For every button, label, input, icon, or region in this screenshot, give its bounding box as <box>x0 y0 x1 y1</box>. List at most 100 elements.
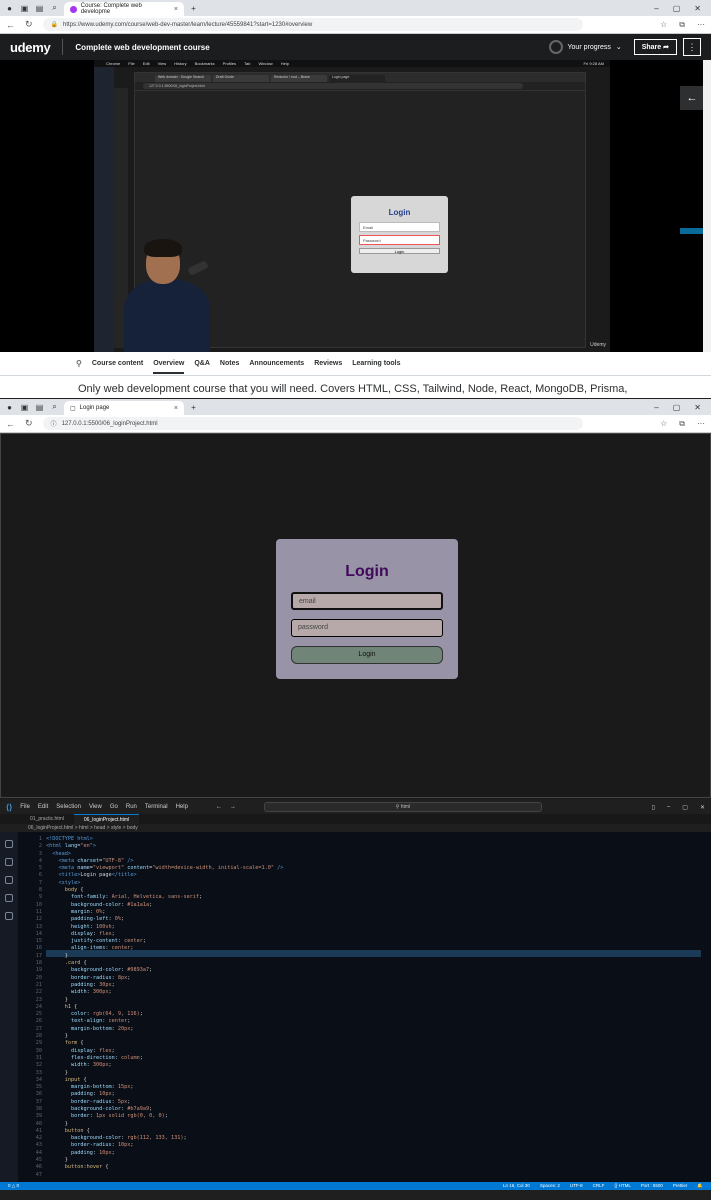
tab-actions-icon[interactable]: ▤ <box>34 402 45 413</box>
menu-go[interactable]: Go <box>110 804 118 810</box>
sidebar-toggle-arrow-icon[interactable]: ← <box>680 86 704 110</box>
more-options-button[interactable]: ⋮ <box>683 38 701 56</box>
more-icon[interactable]: ⋯ <box>697 419 705 429</box>
tab-strip: ● ▣ ▤ ⌕ ▢ Login page × + – ▢ ✕ <box>0 399 711 415</box>
password-input[interactable]: password <box>291 619 443 637</box>
search-icon[interactable] <box>5 858 13 866</box>
breadcrumb[interactable]: 06_loginProject.html > html > head > sty… <box>0 824 711 832</box>
login-button[interactable]: Login <box>291 646 443 664</box>
mac-menubar: Chrome File Edit View History Bookmarks Profil… <box>94 60 610 67</box>
close-icon[interactable]: ✕ <box>694 4 701 13</box>
tab-login-page[interactable]: ▢ Login page × <box>64 401 184 415</box>
more-icon[interactable]: ⋯ <box>697 20 705 30</box>
url-field[interactable]: 🔒 https://www.udemy.com/course/web-dev-m… <box>42 18 583 31</box>
menu-help[interactable]: Help <box>176 804 188 810</box>
maximize-icon[interactable]: ▢ <box>673 403 681 412</box>
line-numbers: 1 2 3 4 5 6 7 8 9 10 11 12 13 14 15 16 17 18 19 20 21 22 23 24 2… <box>35 836 42 1178</box>
menu-terminal[interactable]: Terminal <box>145 804 168 810</box>
live-server-port[interactable]: Port : 5500 <box>641 1183 663 1189</box>
code-text[interactable]: <!DOCTYPE html> <html lang="en"> <head> … <box>46 836 283 1172</box>
maximize-icon[interactable]: ▢ <box>682 804 688 811</box>
new-tab-icon[interactable]: + <box>188 402 199 413</box>
tab-overview[interactable]: Overview <box>153 360 185 374</box>
encoding[interactable]: UTF-8 <box>570 1183 583 1189</box>
udemy-watermark: Udemy <box>590 342 606 348</box>
tab-login-project[interactable]: 06_loginProject.html <box>73 814 140 824</box>
new-tab-icon[interactable]: + <box>188 3 199 14</box>
editor-area[interactable]: 1 2 3 4 5 6 7 8 9 10 11 12 13 14 15 16 17 18 19 20 21 22 23 24 2… <box>0 832 711 1190</box>
close-icon[interactable]: ✕ <box>700 804 705 811</box>
lock-icon: 🔒 <box>50 22 59 28</box>
udemy-logo[interactable]: udemy <box>10 40 51 55</box>
refresh-icon[interactable]: ↻ <box>25 19 33 30</box>
address-bar-row: ← ↻ 🔒 https://www.udemy.com/course/web-d… <box>0 16 711 34</box>
maximize-icon[interactable]: ▢ <box>673 4 681 13</box>
search-icon[interactable]: ⚲ <box>76 359 82 368</box>
profile-icon[interactable]: ● <box>4 3 15 14</box>
url-field[interactable]: ⓘ 127.0.0.1:5500/06_loginProject.html <box>42 417 583 430</box>
login-page-viewport: Login email password Login <box>0 433 711 798</box>
email-input[interactable]: email <box>291 592 443 610</box>
extensions-icon[interactable] <box>5 912 13 920</box>
video-player[interactable]: Chrome File Edit View History Bookmarks Profil… <box>0 60 711 352</box>
nav-forward-icon[interactable]: → <box>230 804 236 810</box>
tab-course-content[interactable]: Course content <box>92 360 143 367</box>
page-scrollbar[interactable] <box>703 60 711 352</box>
line-ending[interactable]: CRLF <box>593 1183 605 1189</box>
tab-notes[interactable]: Notes <box>220 360 239 367</box>
command-center-search[interactable]: ⚲ html <box>263 802 542 812</box>
layout-icon[interactable]: ▯ <box>652 804 655 811</box>
prettier-status[interactable]: Prettier <box>673 1183 688 1189</box>
minimize-icon[interactable]: – <box>654 403 658 412</box>
progress-button[interactable]: Your progress ⌄ <box>548 40 622 54</box>
profile-icon[interactable]: ● <box>4 402 15 413</box>
nav-back-icon[interactable]: ← <box>216 804 222 810</box>
refresh-icon[interactable]: ↻ <box>25 418 33 429</box>
minimize-icon[interactable]: – <box>654 4 658 13</box>
run-debug-icon[interactable] <box>5 894 13 902</box>
favorite-icon[interactable]: ☆ <box>660 20 667 30</box>
page-icon: ▢ <box>70 405 76 412</box>
menu-selection[interactable]: Selection <box>56 804 81 810</box>
menu-view[interactable]: View <box>89 804 102 810</box>
tab-learning-tools[interactable]: Learning tools <box>352 360 400 367</box>
close-tab-icon[interactable]: × <box>174 405 178 412</box>
search-tab-icon[interactable]: ⌕ <box>49 3 60 14</box>
indentation[interactable]: Spaces: 2 <box>540 1183 560 1189</box>
explorer-icon[interactable] <box>5 840 13 848</box>
udemy-favicon <box>70 5 77 13</box>
collections-icon[interactable]: ⧉ <box>679 419 685 429</box>
instructor-webcam <box>118 236 213 352</box>
share-button[interactable]: Share ➦ <box>633 39 677 55</box>
activity-bar <box>0 832 18 1190</box>
back-icon[interactable]: ← <box>6 419 15 429</box>
close-tab-icon[interactable]: × <box>174 6 178 13</box>
favorite-icon[interactable]: ☆ <box>660 419 667 429</box>
collections-icon[interactable]: ⧉ <box>679 20 685 30</box>
workspaces-icon[interactable]: ▣ <box>19 3 30 14</box>
login-card: Login email password Login <box>276 539 458 679</box>
tab-udemy[interactable]: Course: Complete web developme × <box>64 2 184 16</box>
language-mode[interactable]: {} HTML <box>614 1183 631 1189</box>
problems-indicator[interactable]: 0 △ 0 <box>8 1183 19 1189</box>
menu-edit[interactable]: Edit <box>38 804 48 810</box>
video-login-card: Login Email Password Login <box>351 196 448 273</box>
bell-icon[interactable]: 🔔 <box>697 1183 703 1189</box>
tab-practic[interactable]: 01_practic.html <box>20 814 74 824</box>
cursor-position[interactable]: Ln 16, Col 30 <box>503 1183 530 1189</box>
tab-actions-icon[interactable]: ▤ <box>34 3 45 14</box>
tab-qa[interactable]: Q&A <box>194 360 210 367</box>
search-tab-icon[interactable]: ⌕ <box>49 402 60 413</box>
workspaces-icon[interactable]: ▣ <box>19 402 30 413</box>
status-bar: 0 △ 0 Ln 16, Col 30 Spaces: 2 UTF-8 CRLF… <box>0 1182 711 1190</box>
course-title[interactable]: Complete web development course <box>75 43 209 52</box>
minimize-icon[interactable]: – <box>667 804 670 811</box>
vscode-logo-icon: ⟨⟩ <box>6 802 13 812</box>
menu-run[interactable]: Run <box>126 804 137 810</box>
close-icon[interactable]: ✕ <box>694 403 701 412</box>
source-control-icon[interactable] <box>5 876 13 884</box>
tab-announcements[interactable]: Announcements <box>249 360 304 367</box>
tab-reviews[interactable]: Reviews <box>314 360 342 367</box>
menu-file[interactable]: File <box>20 804 30 810</box>
back-icon[interactable]: ← <box>6 20 15 30</box>
